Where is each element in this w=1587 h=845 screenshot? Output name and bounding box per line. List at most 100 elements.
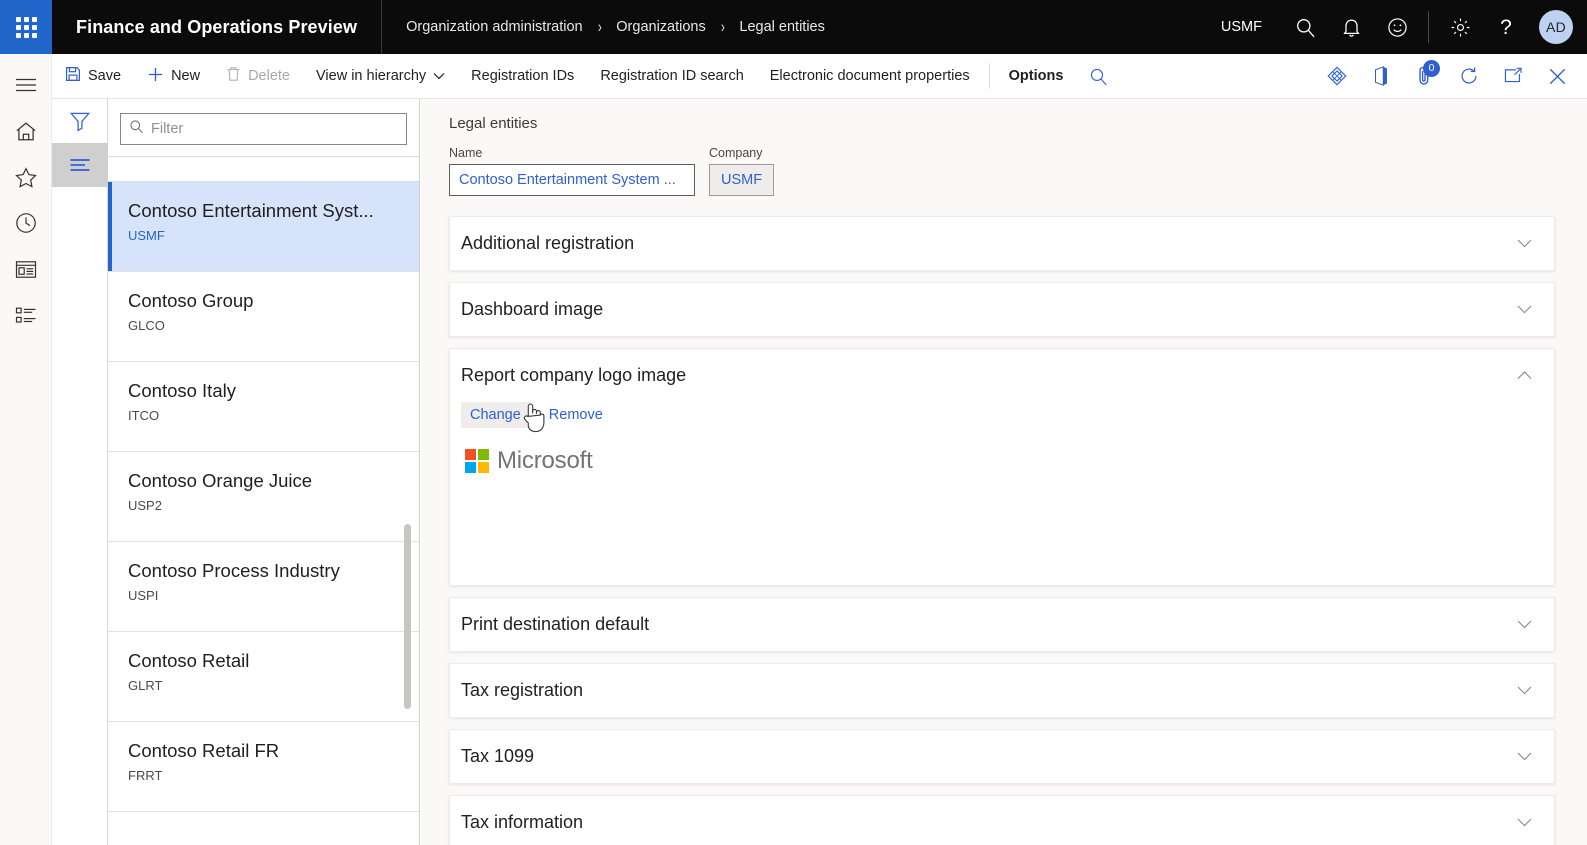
company-field-label: Company [709, 146, 763, 160]
avatar[interactable]: AD [1539, 10, 1573, 44]
top-navigation-bar: Finance and Operations Preview Organizat… [0, 0, 1587, 54]
search-icon[interactable] [1282, 0, 1328, 54]
section-header[interactable]: Tax information [450, 796, 1554, 845]
topbar-icon-divider [1428, 11, 1429, 43]
registration-ids-button[interactable]: Registration IDs [458, 54, 587, 99]
list-item-name: Contoso Retail FR [128, 740, 280, 761]
microsoft-logo-icon [465, 449, 489, 473]
registration-id-search-button[interactable]: Registration ID search [587, 54, 756, 99]
list-item-code: ITCO [128, 408, 160, 424]
breadcrumb-item-legal-entities[interactable]: Legal entities [739, 19, 824, 35]
command-bar-right-tools: 0 [1315, 54, 1587, 99]
view-in-hierarchy-label: View in hierarchy [316, 68, 427, 84]
options-button[interactable]: Options [996, 54, 1077, 99]
list-item[interactable]: Contoso Italy ITCO [108, 362, 419, 452]
chevron-down-icon[interactable] [1517, 617, 1532, 632]
company-logo-image: Microsoft [461, 447, 1543, 475]
section-header[interactable]: Report company logo image [450, 349, 1554, 402]
list-scrollbar-thumb[interactable] [404, 524, 411, 709]
modules-list-icon[interactable] [0, 292, 52, 338]
close-icon[interactable] [1535, 54, 1579, 99]
refresh-icon[interactable] [1447, 54, 1491, 99]
command-search-icon[interactable] [1076, 54, 1120, 99]
list-view-icon[interactable] [52, 143, 108, 187]
chevron-down-icon[interactable] [1517, 815, 1532, 830]
company-field: USMF [709, 164, 775, 196]
breadcrumb-separator-icon: › [597, 17, 602, 36]
trash-icon [226, 66, 241, 86]
section-header[interactable]: Print destination default [450, 598, 1554, 651]
chevron-down-icon[interactable] [1517, 302, 1532, 317]
section-header[interactable]: Additional registration [450, 217, 1554, 270]
company-selector[interactable]: USMF [1221, 19, 1262, 35]
list-item-code: USP2 [128, 498, 162, 514]
breadcrumb-item-organizations[interactable]: Organizations [616, 19, 705, 35]
open-in-new-window-icon[interactable] [1491, 54, 1535, 99]
chevron-down-icon[interactable] [1517, 683, 1532, 698]
breadcrumb: Organization administration › Organizati… [382, 17, 825, 37]
list-item[interactable]: Contoso Group GLCO [108, 272, 419, 362]
change-logo-button[interactable]: Change [461, 402, 530, 428]
company-field-group: Company USMF [709, 146, 775, 196]
section-report-company-logo-image: Report company logo image Change Remove … [449, 348, 1555, 586]
section-title: Print destination default [461, 614, 650, 634]
filter-input[interactable] [151, 121, 398, 137]
save-label: Save [88, 68, 122, 84]
section-header[interactable]: Tax registration [450, 664, 1554, 717]
view-in-hierarchy-button[interactable]: View in hierarchy [303, 54, 458, 99]
plus-icon [147, 66, 164, 87]
section-header[interactable]: Tax 1099 [450, 730, 1554, 783]
list-filter-rail [52, 99, 108, 845]
attachment-badge: 0 [1423, 59, 1440, 77]
workspaces-icon[interactable] [0, 246, 52, 292]
office-365-icon[interactable] [1359, 54, 1403, 99]
save-icon [65, 66, 81, 86]
hamburger-menu-icon[interactable] [0, 62, 52, 108]
list-item[interactable]: Contoso Entertainment Syst... USMF [108, 182, 419, 272]
app-title: Finance and Operations Preview [76, 16, 358, 37]
list-item-name: Contoso Orange Juice [128, 470, 313, 491]
chevron-up-icon[interactable] [1517, 368, 1532, 383]
electronic-document-properties-button[interactable]: Electronic document properties [757, 54, 983, 99]
logo-actions: Change Remove [461, 402, 1543, 428]
filter-funnel-icon[interactable] [52, 99, 108, 143]
section-title: Tax 1099 [461, 746, 535, 766]
power-bi-icon[interactable] [1315, 54, 1359, 99]
section-additional-registration: Additional registration [449, 216, 1555, 271]
favorites-star-icon[interactable] [0, 154, 52, 200]
list-item-code: USMF [128, 228, 165, 244]
section-body: Change Remove Microsoft [450, 402, 1554, 585]
home-icon[interactable] [0, 108, 52, 154]
name-field-label: Name [449, 146, 483, 160]
list-item[interactable]: Contoso Orange Juice USP2 [108, 452, 419, 542]
command-bar: Save New Delete View in hierarchy Regist… [0, 53, 1587, 99]
list-item[interactable]: Contoso Retail FR FRRT [108, 722, 419, 812]
recent-clock-icon[interactable] [0, 200, 52, 246]
list-item-code: GLRT [128, 678, 163, 694]
command-bar-divider [988, 63, 990, 89]
chevron-down-icon [433, 68, 445, 84]
chevron-down-icon[interactable] [1517, 236, 1532, 251]
remove-logo-button[interactable]: Remove [540, 402, 612, 428]
microsoft-logo-text: Microsoft [497, 447, 593, 474]
list-item[interactable]: Contoso Process Industry USPI [108, 542, 419, 632]
topbar-right-tools: USMF ? AD [1221, 0, 1587, 54]
name-field[interactable]: Contoso Entertainment System ... [449, 164, 695, 196]
section-header[interactable]: Dashboard image [450, 283, 1554, 336]
settings-gear-icon[interactable] [1437, 0, 1483, 54]
list-item[interactable]: Contoso Retail GLRT [108, 632, 419, 722]
filter-box[interactable] [120, 113, 407, 145]
new-button[interactable]: New [134, 54, 213, 99]
sections-container: Additional registration Dashboard image … [421, 196, 1587, 845]
notifications-bell-icon[interactable] [1328, 0, 1374, 54]
feedback-smiley-icon[interactable] [1374, 0, 1420, 54]
list-item-code: USPI [128, 588, 159, 604]
app-launcher-icon[interactable] [0, 0, 52, 54]
page-title: Legal entities [449, 115, 538, 132]
attachments-icon[interactable]: 0 [1403, 54, 1447, 99]
breadcrumb-item-organization-administration[interactable]: Organization administration [406, 19, 583, 35]
help-question-icon[interactable]: ? [1483, 0, 1529, 54]
save-button[interactable]: Save [52, 54, 134, 99]
chevron-down-icon[interactable] [1517, 749, 1532, 764]
delete-button[interactable]: Delete [213, 54, 303, 99]
